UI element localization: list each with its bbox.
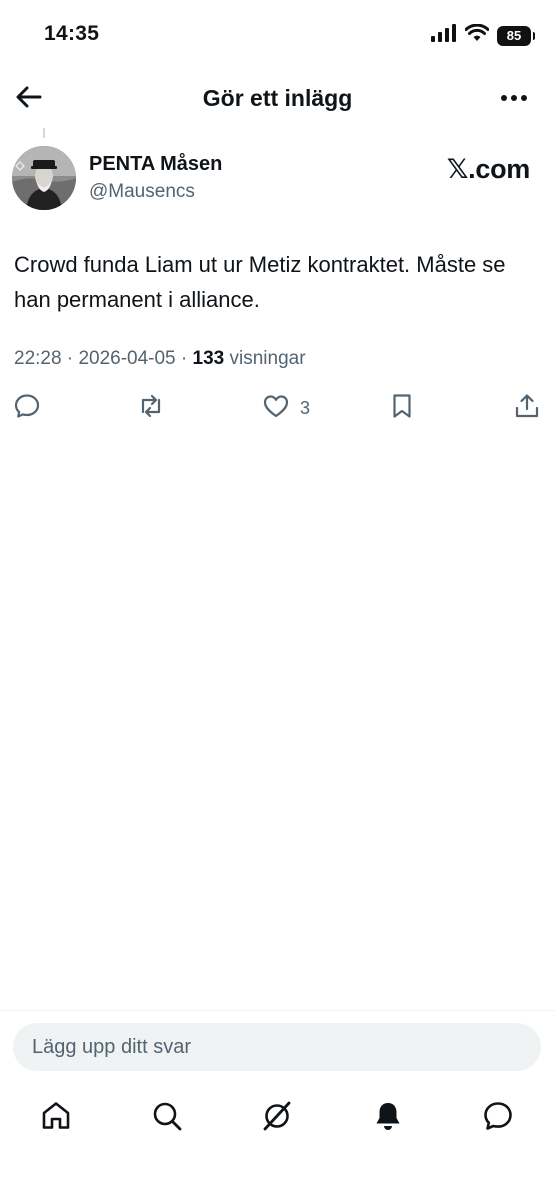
battery-level: 85 [506,28,522,43]
tweet-actions: 3 [0,392,555,426]
battery-icon: 85 [497,25,535,46]
like-count: 3 [300,398,311,418]
status-icons: 85 [431,23,535,47]
wifi-icon [464,23,490,47]
reply-composer[interactable] [13,1023,541,1071]
reply-button[interactable] [13,392,41,425]
reply-input[interactable] [30,1034,524,1060]
views-count: 133 [192,348,225,369]
meta-separator: · [66,348,74,369]
thread-line [43,128,45,138]
tab-search[interactable] [143,1094,191,1142]
signal-icon [431,24,457,47]
tweet-meta: 22:28 · 2026-04-05 · 133 visningar [14,348,306,370]
views-label: visningar [229,348,306,369]
tab-messages[interactable] [474,1094,522,1142]
avatar[interactable] [12,146,76,210]
tab-notifications[interactable] [364,1094,412,1142]
status-time: 14:35 [44,22,100,45]
grok-icon [260,1099,294,1138]
tweet-text: Crowd funda Liam ut ur Metiz kontraktet.… [14,252,506,312]
tweet-date[interactable]: 2026-04-05 [78,348,175,369]
x-logo-icon: 𝕏 [446,154,469,185]
reply-icon [13,392,41,425]
home-indicator [213,1182,347,1187]
xcom-logo: 𝕏.com [446,154,531,185]
bookmark-icon [388,392,416,425]
bottom-tabbar [0,1094,555,1142]
like-button[interactable]: 3 [262,392,310,425]
repost-button[interactable] [137,392,165,425]
display-name[interactable]: PENTA Måsen [89,153,222,176]
user-handle[interactable]: @Mausencs [89,181,195,203]
heart-icon [262,392,290,425]
page-title: Gör ett inlägg [202,85,353,111]
repost-icon [137,392,165,425]
more-horizontal-icon[interactable] [499,86,529,110]
tweet-time[interactable]: 22:28 [14,348,62,369]
messages-icon [481,1099,515,1138]
meta-separator: · [180,348,188,369]
share-icon [513,392,541,425]
tab-home[interactable] [32,1094,80,1142]
home-icon [39,1099,73,1138]
tab-grok[interactable] [253,1094,301,1142]
bookmark-button[interactable] [388,392,416,425]
search-icon [150,1099,184,1138]
notifications-icon [371,1099,405,1138]
share-button[interactable] [513,392,541,425]
divider [0,1010,555,1011]
xcom-domain: .com [468,154,530,184]
